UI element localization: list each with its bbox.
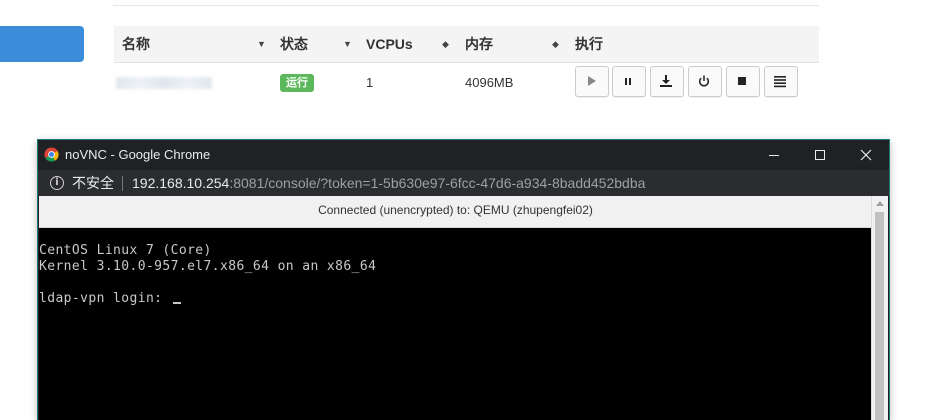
scrollbar-thumb[interactable] — [875, 212, 884, 420]
maximize-icon — [815, 150, 825, 160]
power-icon — [698, 75, 710, 87]
power-button[interactable] — [688, 66, 722, 97]
header-status[interactable]: 状态 — [280, 26, 308, 62]
table-header: 名称 ▼ 状态 ▼ VCPUs ◆ 内存 ◆ 执行 — [114, 26, 819, 63]
start-button[interactable] — [575, 66, 609, 97]
connection-status-bar: Connected (unencrypted) to: QEMU (zhupen… — [39, 196, 872, 228]
close-button[interactable] — [843, 140, 889, 170]
header-vcpus[interactable]: VCPUs — [366, 26, 413, 62]
header-memory[interactable]: 内存 — [465, 26, 493, 62]
window-title: noVNC - Google Chrome — [65, 147, 211, 162]
menu-icon — [774, 76, 786, 88]
sort-vcpus-icon[interactable]: ◆ — [442, 26, 449, 62]
header-actions: 执行 — [575, 36, 603, 52]
login-prompt: ldap-vpn login: — [39, 291, 171, 306]
chrome-logo-icon — [44, 147, 59, 162]
sort-name-icon[interactable]: ▼ — [257, 26, 266, 62]
address-separator — [122, 176, 123, 191]
vnc-console-screen[interactable]: CentOS Linux 7 (Core) Kernel 3.10.0-957.… — [39, 228, 872, 420]
chrome-window: noVNC - Google Chrome i 不安全 192.168.10.2… — [38, 140, 889, 420]
stop-button[interactable] — [726, 66, 760, 97]
header-name[interactable]: 名称 — [122, 26, 150, 62]
vcpus-cell: 1 — [366, 75, 374, 90]
info-icon[interactable]: i — [50, 176, 64, 190]
download-button[interactable] — [650, 66, 684, 97]
address-bar[interactable]: i 不安全 192.168.10.254:8081/console/?token… — [38, 170, 889, 196]
text-cursor — [172, 302, 181, 304]
stop-icon — [738, 77, 746, 85]
minimize-icon — [769, 155, 779, 156]
play-icon — [588, 76, 596, 86]
console-line-os: CentOS Linux 7 (Core) — [39, 243, 212, 258]
pause-icon — [625, 78, 631, 85]
url-path: :8081/console/?token=1-5b630e97-6fcc-47d… — [229, 175, 646, 191]
pause-button[interactable] — [612, 66, 646, 97]
top-divider — [113, 5, 819, 6]
console-line-kernel: Kernel 3.10.0-957.el7.x86_64 on an x86_6… — [39, 259, 377, 274]
not-secure-label[interactable]: 不安全 — [72, 170, 114, 196]
novnc-page: Connected (unencrypted) to: QEMU (zhupen… — [39, 196, 888, 420]
title-bar[interactable]: noVNC - Google Chrome — [38, 140, 889, 170]
url-text[interactable]: 192.168.10.254:8081/console/?token=1-5b6… — [132, 170, 645, 196]
vm-name-blurred[interactable] — [116, 77, 212, 89]
vm-table: 名称 ▼ 状态 ▼ VCPUs ◆ 内存 ◆ 执行 运行 1 4096MB — [114, 26, 819, 109]
maximize-button[interactable] — [797, 140, 843, 170]
primary-action-button[interactable] — [0, 26, 84, 62]
sort-status-icon[interactable]: ▼ — [343, 26, 352, 62]
console-line-login: ldap-vpn login: — [39, 291, 181, 307]
memory-cell: 4096MB — [465, 75, 514, 90]
close-icon — [860, 149, 872, 161]
sort-memory-icon[interactable]: ◆ — [552, 26, 559, 62]
url-host: 192.168.10.254 — [132, 175, 230, 191]
scroll-up-arrow-icon[interactable] — [876, 201, 884, 206]
status-badge: 运行 — [280, 74, 314, 92]
vertical-scrollbar[interactable] — [871, 196, 888, 420]
table-row: 运行 1 4096MB — [114, 63, 819, 109]
download-icon — [660, 75, 672, 87]
minimize-button[interactable] — [751, 140, 797, 170]
console-menu-button[interactable] — [764, 66, 798, 97]
